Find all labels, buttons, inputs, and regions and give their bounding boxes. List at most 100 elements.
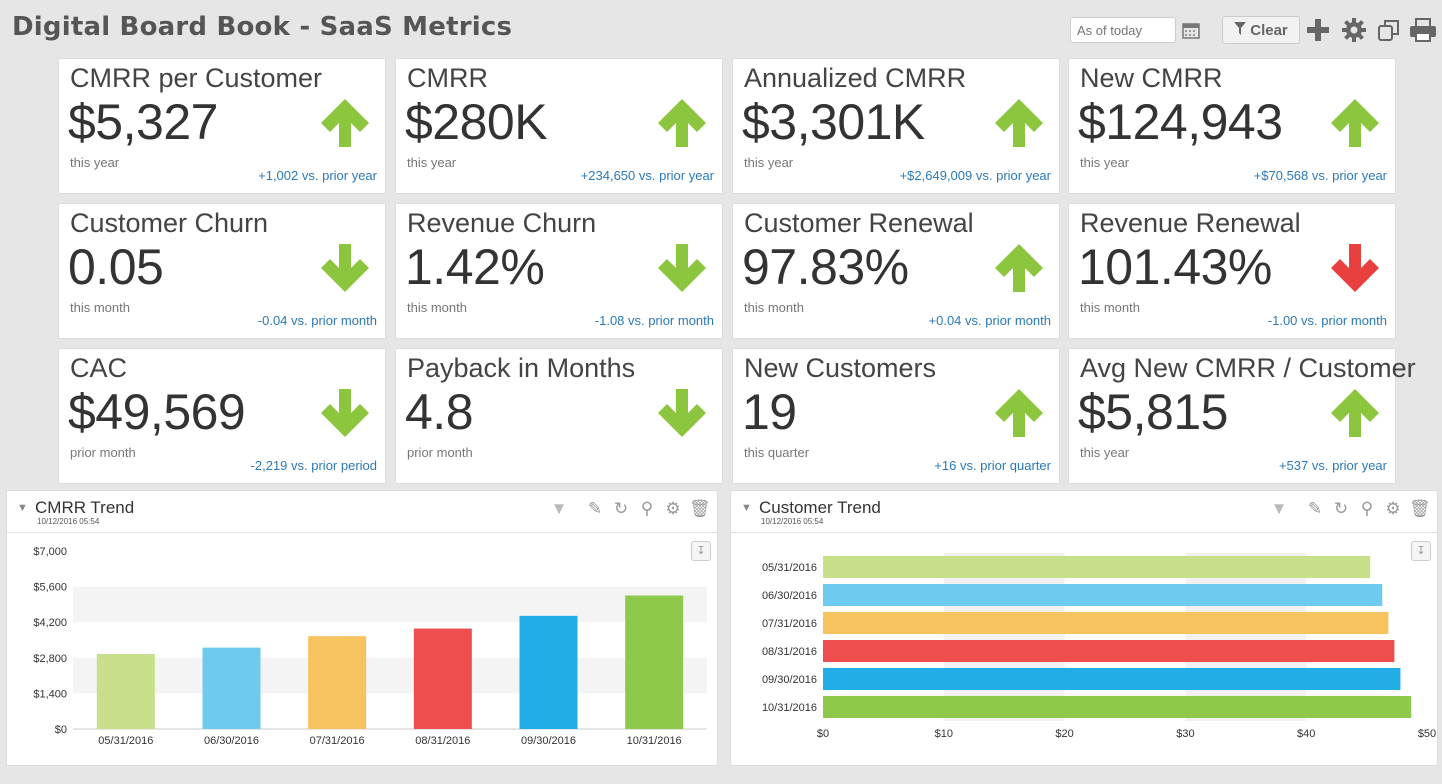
kpi-period: this year <box>407 155 457 170</box>
zoom-icon[interactable]: ⚲ <box>637 499 657 519</box>
filter-icon[interactable]: ▼ <box>1269 499 1289 519</box>
kpi-value: $280K <box>405 94 548 150</box>
kpi-card[interactable]: Customer Renewal 97.83% this month +0.04 vs… <box>732 203 1060 339</box>
bar <box>308 636 367 729</box>
kpi-title: CAC <box>70 353 128 383</box>
edit-icon[interactable]: ✎ <box>585 499 605 519</box>
x-tick-label: 08/31/2016 <box>415 735 470 747</box>
copy-icon[interactable] <box>1376 16 1402 44</box>
arrow-up-icon <box>995 244 1043 292</box>
kpi-period: prior month <box>407 445 473 460</box>
date-input[interactable] <box>1070 17 1176 43</box>
panel-header: ▼ Customer Trend 10/12/2016 05:54 ▼ ✎ ↻ … <box>731 491 1437 533</box>
kpi-period: this month <box>1080 300 1140 315</box>
kpi-comparison: +234,650 vs. prior year <box>580 168 714 183</box>
kpi-title: Revenue Renewal <box>1080 208 1301 238</box>
kpi-period: prior month <box>70 445 136 460</box>
dashboard-header: Digital Board Book - SaaS Metrics Clear <box>0 0 1442 56</box>
panel-title: Customer Trend <box>759 498 881 517</box>
kpi-card[interactable]: CMRR $280K this year +234,650 vs. prior yea… <box>395 58 723 194</box>
kpi-card[interactable]: Payback in Months 4.8 prior month <box>395 348 723 484</box>
x-tick-label: $40 <box>1297 728 1315 740</box>
y-tick-label: $0 <box>55 724 67 736</box>
calendar-icon[interactable] <box>1180 16 1202 44</box>
kpi-title: Customer Renewal <box>744 208 974 238</box>
bar <box>625 595 684 729</box>
refresh-icon[interactable]: ↻ <box>611 499 631 519</box>
edit-icon[interactable]: ✎ <box>1305 499 1325 519</box>
kpi-card[interactable]: Revenue Renewal 101.43% this month -1.00 vs… <box>1068 203 1396 339</box>
panel-toolbar: ▼ ✎ ↻ ⚲ ⚙ 🗑 <box>1269 499 1431 519</box>
arrow-down-icon <box>321 389 369 437</box>
x-tick-label: $10 <box>935 728 953 740</box>
settings-icon[interactable]: ⚙ <box>1383 499 1403 519</box>
y-tick-label: $2,800 <box>33 653 67 665</box>
bar <box>96 653 155 729</box>
x-tick-label: 10/31/2016 <box>627 735 682 747</box>
kpi-period: this quarter <box>744 445 810 460</box>
bar <box>413 628 472 729</box>
kpi-card[interactable]: Annualized CMRR $3,301K this year +$2,649,0… <box>732 58 1060 194</box>
bar <box>823 696 1412 718</box>
panel-header: ▼ CMRR Trend 10/12/2016 05:54 ▼ ✎ ↻ ⚲ ⚙ … <box>7 491 717 533</box>
filter-icon[interactable]: ▼ <box>549 499 569 519</box>
kpi-comparison: +0.04 vs. prior month <box>928 313 1051 328</box>
add-icon[interactable] <box>1304 16 1332 44</box>
kpi-value: 19 <box>742 384 797 440</box>
zoom-icon[interactable]: ⚲ <box>1357 499 1377 519</box>
kpi-comparison: +$2,649,009 vs. prior year <box>899 168 1051 183</box>
clear-filter-button[interactable]: Clear <box>1222 16 1300 44</box>
grid-band <box>73 586 707 623</box>
collapse-caret-icon[interactable]: ▼ <box>741 502 752 514</box>
kpi-period: this month <box>70 300 130 315</box>
panel-toolbar: ▼ ✎ ↻ ⚲ ⚙ 🗑 <box>549 499 711 519</box>
settings-icon[interactable]: ⚙ <box>663 499 683 519</box>
kpi-title: Customer Churn <box>70 208 269 238</box>
y-tick-label: $4,200 <box>33 617 67 629</box>
y-tick-label: 10/31/2016 <box>762 702 817 714</box>
kpi-card[interactable]: New Customers 19 this quarter +16 vs. prior… <box>732 348 1060 484</box>
kpi-comparison: -1.00 vs. prior month <box>1267 313 1387 328</box>
refresh-icon[interactable]: ↻ <box>1331 499 1351 519</box>
y-tick-label: 07/31/2016 <box>762 618 817 630</box>
kpi-comparison: +1,002 vs. prior year <box>258 168 377 183</box>
arrow-down-icon <box>1331 244 1379 292</box>
y-tick-label: 06/30/2016 <box>762 590 817 602</box>
kpi-card[interactable]: CMRR per Customer $5,327 this year +1,002 v… <box>58 58 386 194</box>
kpi-card[interactable]: Avg New CMRR / Customer $5,815 this year +5… <box>1068 348 1416 484</box>
y-tick-label: 08/31/2016 <box>762 646 817 658</box>
kpi-value: $49,569 <box>68 384 246 440</box>
arrow-down-icon <box>658 244 706 292</box>
kpi-comparison: +$70,568 vs. prior year <box>1253 168 1387 183</box>
grid-band <box>943 553 1065 721</box>
bar <box>823 584 1383 606</box>
collapse-caret-icon[interactable]: ▼ <box>17 502 28 514</box>
kpi-card[interactable]: CAC $49,569 prior month -2,219 vs. prior pe… <box>58 348 386 484</box>
kpi-title: Revenue Churn <box>407 208 597 238</box>
trash-icon[interactable]: 🗑 <box>1409 499 1431 519</box>
gear-icon[interactable] <box>1340 16 1368 44</box>
arrow-up-icon <box>1331 99 1379 147</box>
kpi-card[interactable]: New CMRR $124,943 this year +$70,568 vs. pr… <box>1068 58 1396 194</box>
print-icon[interactable] <box>1408 16 1438 44</box>
kpi-comparison: +537 vs. prior year <box>1278 458 1387 473</box>
x-tick-label: 09/30/2016 <box>521 735 576 747</box>
panel-title: CMRR Trend <box>35 498 135 517</box>
kpi-value: $5,815 <box>1078 384 1228 440</box>
kpi-period: this year <box>70 155 120 170</box>
kpi-card[interactable]: Customer Churn 0.05 this month -0.04 vs. pr… <box>58 203 386 339</box>
page-title: Digital Board Book - SaaS Metrics <box>12 12 513 42</box>
bar <box>823 640 1395 662</box>
x-tick-label: 05/31/2016 <box>98 735 153 747</box>
kpi-card[interactable]: Revenue Churn 1.42% this month -1.08 vs. pr… <box>395 203 723 339</box>
kpi-title: Annualized CMRR <box>744 63 967 93</box>
y-tick-label: 09/30/2016 <box>762 674 817 686</box>
grid-band <box>73 657 707 694</box>
kpi-comparison: -0.04 vs. prior month <box>257 313 377 328</box>
y-tick-label: $5,600 <box>33 582 67 594</box>
kpi-value: 101.43% <box>1078 239 1272 295</box>
kpi-title: Payback in Months <box>407 353 636 383</box>
kpi-title: CMRR <box>407 63 488 93</box>
trash-icon[interactable]: 🗑 <box>689 499 711 519</box>
grid-band <box>1185 553 1307 721</box>
